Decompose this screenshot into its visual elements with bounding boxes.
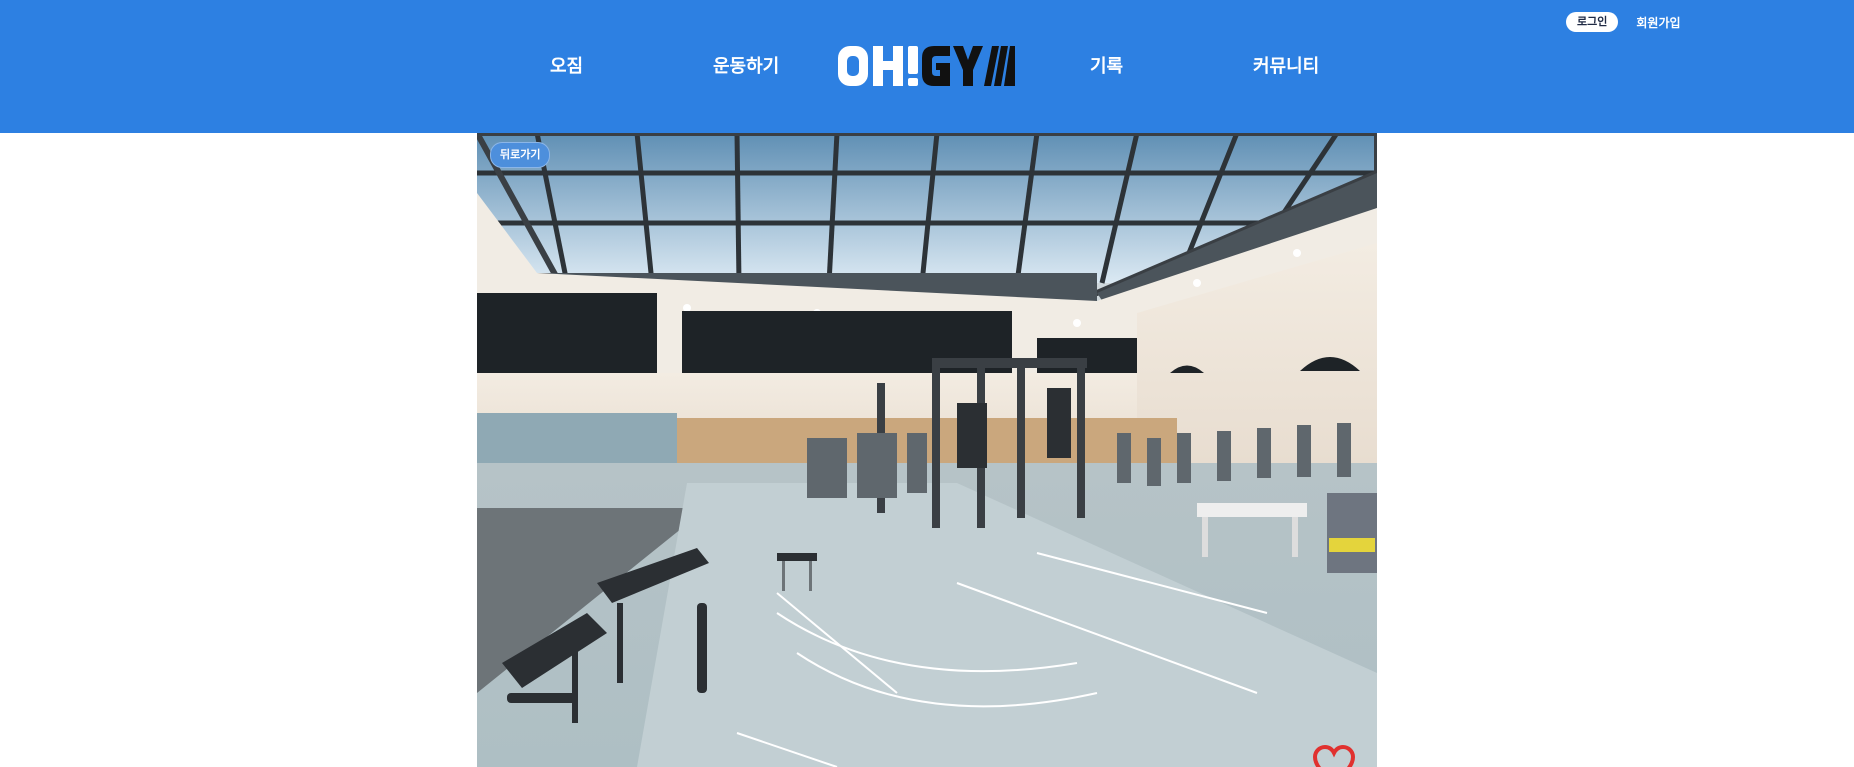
nav-item-records[interactable]: 기록 — [1090, 52, 1123, 78]
site-header: 로그인 회원가입 오짐 운동하기 기록 커뮤니티 — [0, 0, 1854, 133]
favorite-button[interactable] — [1312, 744, 1356, 767]
gym-hero-image: 뒤로가기 — [477, 133, 1377, 767]
gym-interior-photo — [477, 133, 1377, 767]
heart-icon — [1312, 744, 1356, 767]
signup-link[interactable]: 회원가입 — [1636, 14, 1680, 31]
site-logo[interactable] — [836, 44, 1016, 88]
nav-item-community[interactable]: 커뮤니티 — [1253, 52, 1319, 78]
ohgym-logo — [838, 46, 1015, 86]
auth-links: 로그인 회원가입 — [1566, 12, 1681, 32]
nav-item-ohgym[interactable]: 오짐 — [550, 52, 583, 78]
nav-item-workout[interactable]: 운동하기 — [713, 52, 779, 78]
login-button[interactable]: 로그인 — [1566, 12, 1619, 32]
back-button[interactable]: 뒤로가기 — [490, 142, 551, 168]
